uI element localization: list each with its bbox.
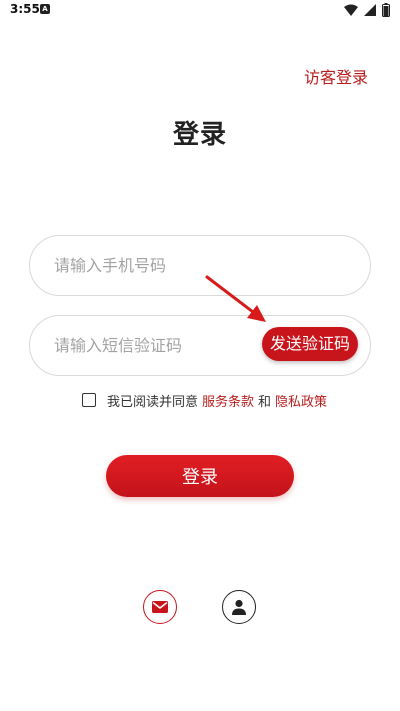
sms-code-input[interactable] — [54, 316, 254, 375]
status-bar: 3:55 A — [0, 0, 400, 20]
account-login-button[interactable] — [222, 590, 256, 624]
phone-field-container — [29, 235, 371, 296]
terms-link[interactable]: 服务条款 — [202, 391, 254, 410]
visitor-login-link[interactable]: 访客登录 — [304, 64, 368, 88]
agreement-prefix: 我已阅读并同意 — [107, 394, 199, 410]
page-title: 登录 — [172, 120, 227, 150]
mail-login-button[interactable] — [143, 590, 177, 624]
login-button[interactable]: 登录 — [106, 455, 294, 497]
phone-input[interactable] — [54, 236, 274, 295]
mail-icon — [152, 601, 168, 613]
status-icons — [344, 3, 390, 17]
privacy-link[interactable]: 隐私政策 — [275, 391, 327, 410]
wifi-icon — [344, 4, 358, 16]
notification-badge: A — [40, 4, 50, 14]
user-icon — [232, 599, 246, 615]
send-code-button[interactable]: 发送验证码 — [262, 327, 358, 361]
signal-icon — [364, 4, 376, 16]
agreement-checkbox[interactable] — [82, 393, 96, 407]
agreement-and: 和 — [258, 394, 272, 410]
battery-icon — [382, 3, 390, 17]
status-time: 3:55 — [10, 2, 40, 16]
agreement-row: 我已阅读并同意 服务条款 和 隐私政策 — [82, 390, 327, 410]
